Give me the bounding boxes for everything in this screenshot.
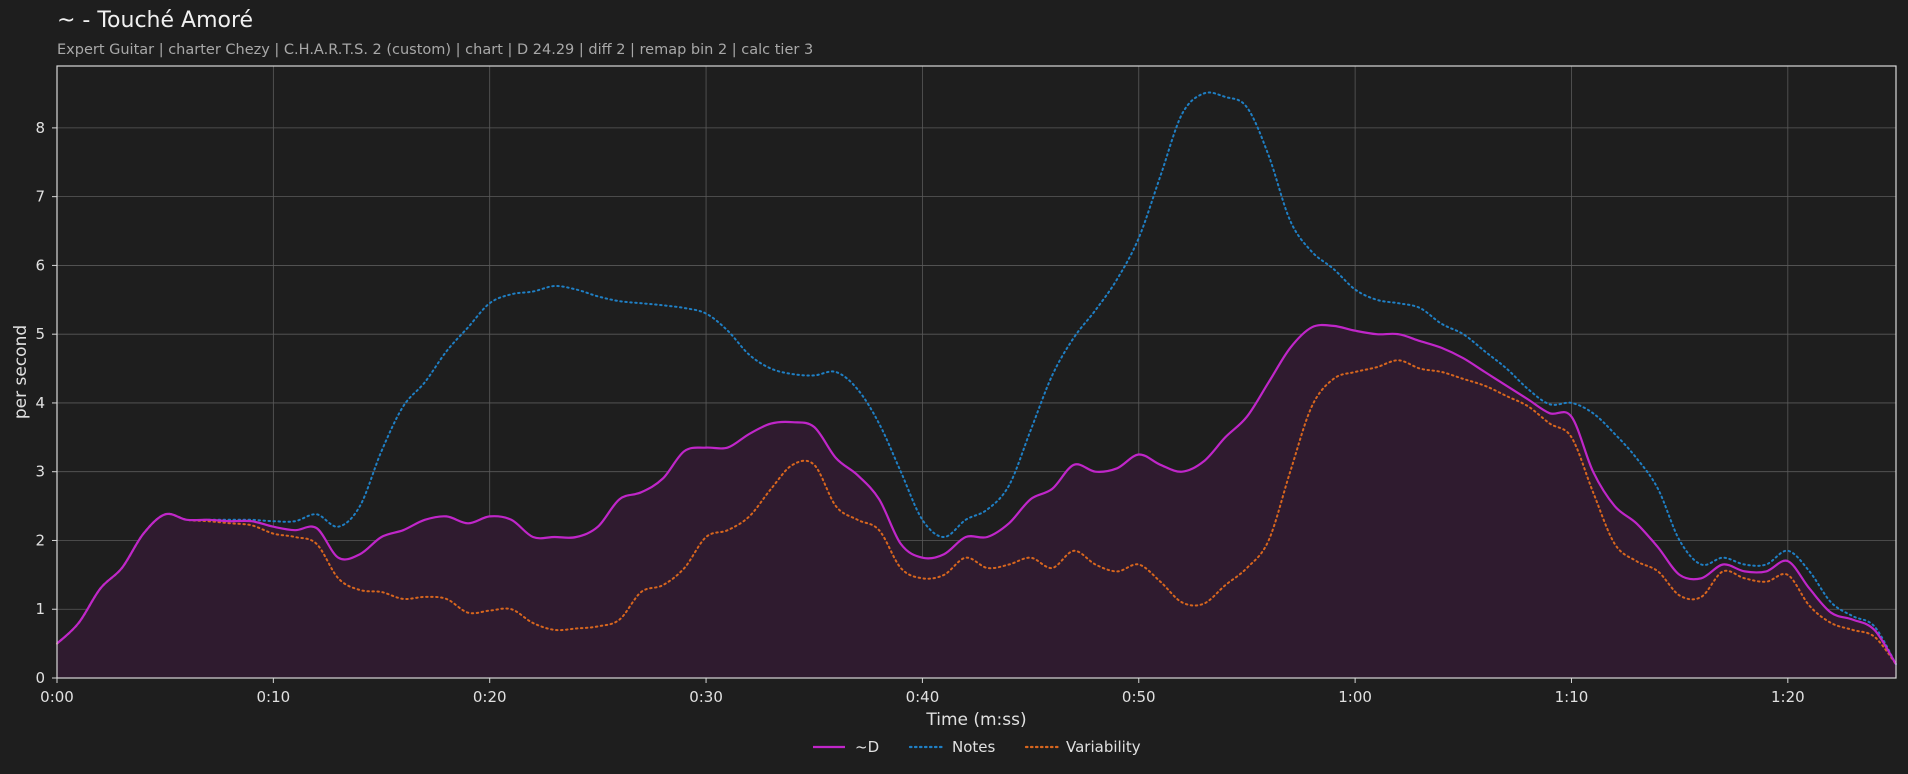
- y-tick-label: 4: [35, 394, 45, 412]
- x-tick-label: 1:10: [1555, 688, 1589, 706]
- y-tick-label: 8: [35, 119, 45, 137]
- y-tick-label: 5: [35, 325, 45, 343]
- y-tick-label: 3: [35, 463, 45, 481]
- x-tick-label: 0:30: [689, 688, 723, 706]
- x-axis-ticks: 0:00 0:10 0:20 0:30 0:40 0:50 1:00 1:10 1:20: [40, 678, 1805, 706]
- x-tick-label: 0:20: [473, 688, 507, 706]
- y-axis-ticks: 0 1 2 3 4 5 6 7 8: [35, 119, 57, 687]
- x-tick-label: 1:20: [1771, 688, 1805, 706]
- x-tick-label: 0:50: [1122, 688, 1156, 706]
- x-axis-label: Time (m:ss): [925, 710, 1026, 730]
- y-tick-label: 2: [35, 531, 45, 549]
- chart: 0:00 0:10 0:20 0:30 0:40 0:50 1:00 1:10 1:20 0 1 2…: [11, 65, 1897, 756]
- x-tick-label: 0:10: [257, 688, 291, 706]
- legend-d-label: ~D: [855, 738, 879, 756]
- legend-notes-label: Notes: [952, 738, 996, 756]
- legend-variability-label: Variability: [1066, 738, 1141, 756]
- x-tick-label: 0:00: [40, 688, 74, 706]
- y-axis-label: per second: [11, 325, 31, 419]
- y-tick-label: 1: [35, 600, 45, 618]
- legend[interactable]: ~D Notes Variability: [813, 738, 1141, 756]
- x-tick-label: 1:00: [1338, 688, 1372, 706]
- d-area-fill: [57, 325, 1896, 678]
- y-tick-label: 7: [35, 188, 45, 206]
- x-tick-label: 0:40: [906, 688, 940, 706]
- y-tick-label: 0: [35, 669, 45, 687]
- y-tick-label: 6: [35, 256, 45, 274]
